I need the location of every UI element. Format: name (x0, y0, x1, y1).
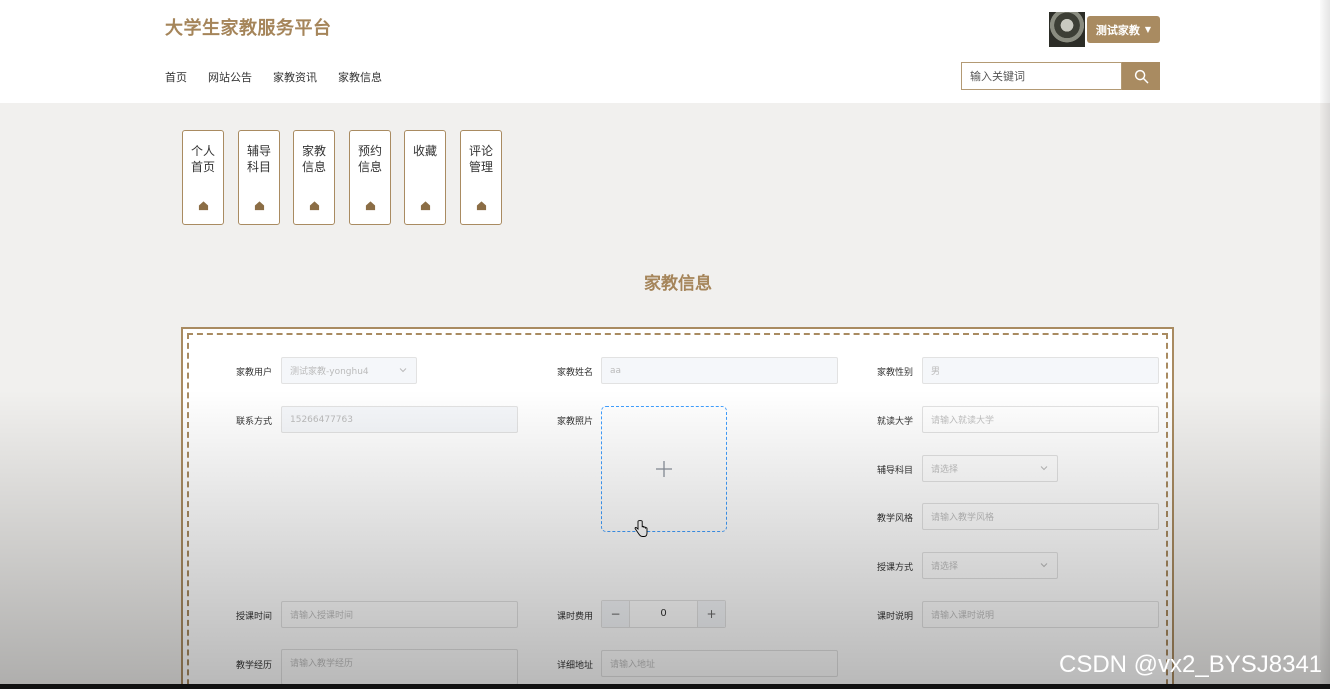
site-title[interactable]: 大学生家教服务平台 (165, 14, 332, 40)
tutor-gender-value: 男 (931, 367, 941, 377)
address-field[interactable]: 请输入地址 (601, 650, 838, 677)
chevron-down-icon (1040, 466, 1048, 471)
caret-down-icon: ▼ (1144, 25, 1152, 34)
home-icon (476, 201, 487, 211)
chevron-down-icon (1040, 563, 1048, 568)
university-field[interactable]: 请输入就读大学 (922, 406, 1159, 433)
method-label: 授课方式 (876, 563, 913, 573)
tab-comments[interactable]: 评论管理 (460, 130, 502, 225)
search-input[interactable] (961, 62, 1122, 90)
nav-announcements[interactable]: 网站公告 (208, 69, 252, 85)
fee-note-field[interactable]: 请输入课时说明 (922, 601, 1159, 628)
home-icon (198, 201, 209, 211)
watermark: CSDN @vx2_BYSJ8341 (1059, 651, 1323, 678)
subject-placeholder: 请选择 (931, 465, 959, 475)
tab-label: 评论管理 (468, 144, 493, 174)
contact-label: 联系方式 (235, 417, 272, 427)
tutor-name-label: 家教姓名 (556, 368, 593, 378)
fee-stepper: − 0 + (601, 600, 726, 628)
fee-note-placeholder: 请输入课时说明 (931, 611, 995, 621)
photo-label: 家教照片 (556, 417, 593, 427)
fee-decrement-button[interactable]: − (602, 601, 630, 627)
page-title: 家教信息 (644, 274, 712, 294)
university-label: 就读大学 (876, 417, 913, 427)
experience-placeholder: 请输入教学经历 (290, 659, 354, 669)
contact-value: 15266477763 (290, 414, 353, 425)
chevron-down-icon (399, 368, 407, 373)
bottom-edge (0, 684, 1330, 689)
tab-personal-home[interactable]: 个人首页 (182, 130, 224, 225)
experience-label: 教学经历 (235, 661, 272, 671)
search-button[interactable] (1122, 62, 1160, 90)
tutor-user-label: 家教用户 (235, 368, 272, 378)
tutor-gender-field[interactable]: 男 (922, 357, 1159, 384)
tutor-name-value: aa (610, 365, 622, 376)
tab-tutor-info[interactable]: 家教信息 (293, 130, 335, 225)
method-placeholder: 请选择 (931, 562, 959, 572)
university-placeholder: 请输入就读大学 (931, 416, 995, 426)
tab-label: 辅导科目 (246, 144, 271, 174)
tab-label: 预约信息 (357, 144, 382, 174)
style-placeholder: 请输入教学风格 (931, 513, 995, 523)
nav-news[interactable]: 家教资讯 (273, 69, 317, 85)
home-icon (254, 201, 265, 211)
tab-favorites[interactable]: 收藏 (404, 130, 446, 225)
style-label: 教学风格 (876, 514, 913, 524)
user-menu-label: 测试家教 (1095, 23, 1140, 37)
home-icon (420, 201, 431, 211)
tutor-user-select[interactable]: 测试家教-yonghu4 (281, 357, 417, 384)
tab-subjects[interactable]: 辅导科目 (238, 130, 280, 225)
time-placeholder: 请输入授课时间 (290, 611, 354, 621)
tab-label: 家教信息 (301, 144, 326, 174)
tutor-name-field[interactable]: aa (601, 357, 838, 384)
time-label: 授课时间 (235, 612, 272, 622)
home-icon (365, 201, 376, 211)
tab-label: 个人首页 (190, 144, 215, 174)
photo-upload[interactable] (601, 406, 727, 532)
address-placeholder: 请输入地址 (610, 660, 656, 670)
contact-field[interactable]: 15266477763 (281, 406, 518, 433)
avatar[interactable] (1049, 12, 1085, 47)
plus-icon (656, 461, 672, 477)
tutor-gender-label: 家教性别 (876, 368, 913, 378)
search-icon (1134, 69, 1148, 83)
home-icon (309, 201, 320, 211)
tab-label: 收藏 (412, 144, 437, 158)
fee-label: 课时费用 (556, 612, 593, 622)
subject-label: 辅导科目 (876, 466, 913, 476)
fee-increment-button[interactable]: + (697, 601, 725, 627)
scrollbar[interactable] (1320, 0, 1330, 689)
fee-note-label: 课时说明 (876, 612, 913, 622)
experience-textarea[interactable]: 请输入教学经历 (281, 649, 518, 685)
method-select[interactable]: 请选择 (922, 552, 1058, 579)
main-nav: 首页 网站公告 家教资讯 家教信息 (165, 69, 403, 85)
nav-tutor-info[interactable]: 家教信息 (338, 69, 382, 85)
tutor-user-value: 测试家教-yonghu4 (290, 367, 369, 377)
hand-cursor-icon (634, 520, 648, 537)
user-menu-button[interactable]: 测试家教 ▼ (1087, 16, 1160, 43)
tab-appointments[interactable]: 预约信息 (349, 130, 391, 225)
style-field[interactable]: 请输入教学风格 (922, 503, 1159, 530)
nav-home[interactable]: 首页 (165, 69, 187, 85)
subject-select[interactable]: 请选择 (922, 455, 1058, 482)
time-field[interactable]: 请输入授课时间 (281, 601, 518, 628)
fee-value[interactable]: 0 (630, 601, 697, 627)
top-header: 大学生家教服务平台 首页 网站公告 家教资讯 家教信息 测试家教 ▼ (0, 0, 1330, 103)
address-label: 详细地址 (556, 661, 593, 671)
